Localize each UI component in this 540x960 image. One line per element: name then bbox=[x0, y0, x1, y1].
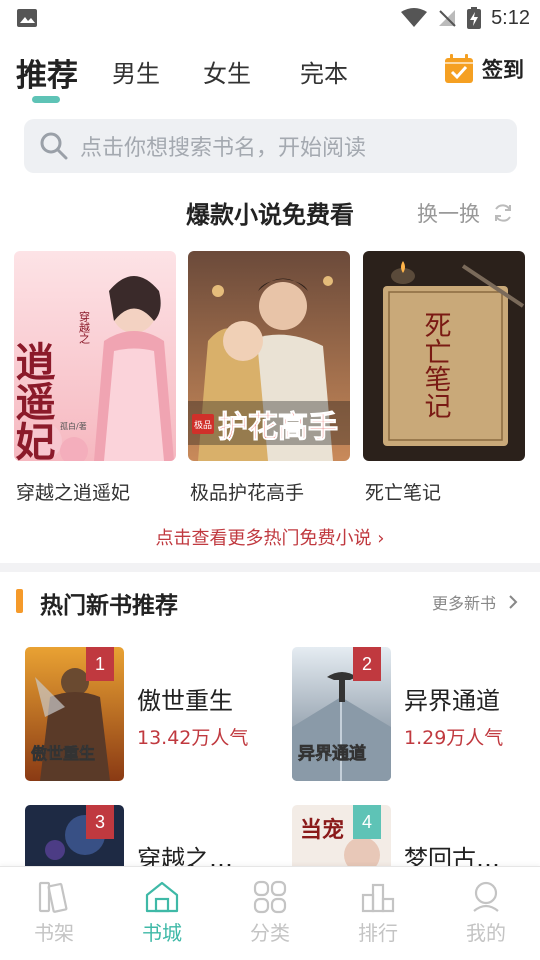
image-notification-icon bbox=[17, 9, 37, 27]
book-title-1[interactable]: 穿越之逍遥妃 bbox=[16, 478, 130, 505]
search-placeholder: 点击你想搜索书名，开始阅读 bbox=[80, 136, 367, 161]
tab-male[interactable]: 男生 bbox=[112, 54, 160, 89]
new-book-name-3: 穿越之… bbox=[137, 845, 233, 866]
new-book-item-3[interactable]: 3 穿越之… bbox=[25, 805, 275, 866]
calendar-check-icon bbox=[445, 54, 473, 83]
more-new-books-label: 更多新书 bbox=[431, 594, 496, 613]
checkin-label: 签到 bbox=[482, 58, 524, 82]
new-book-item-1[interactable]: 傲世重生 1 傲世重生 13.42万人气 bbox=[25, 647, 275, 787]
new-book-popularity-2: 1.29万人气 bbox=[404, 727, 504, 749]
wifi-icon bbox=[401, 8, 428, 27]
nav-category-label: 分类 bbox=[250, 921, 290, 945]
tab-completed[interactable]: 完本 bbox=[300, 54, 348, 89]
nav-bookstore[interactable]: 书城 bbox=[122, 879, 202, 946]
active-tab-indicator bbox=[32, 96, 60, 103]
tab-recommend[interactable]: 推荐 bbox=[16, 50, 78, 95]
cover-subtitle-text: 穿越之 bbox=[78, 310, 91, 344]
status-bar: 5:12 bbox=[0, 0, 540, 36]
nav-profile-label: 我的 bbox=[466, 921, 506, 945]
checkin-button[interactable]: 签到 bbox=[444, 54, 524, 84]
search-icon bbox=[40, 132, 68, 160]
nav-ranking-label: 排行 bbox=[358, 921, 398, 945]
rank-badge: 2 bbox=[353, 647, 381, 681]
section-accent-bar bbox=[16, 589, 23, 613]
cover-title-text: 傲世重生 bbox=[31, 744, 95, 763]
rank-badge: 1 bbox=[86, 647, 114, 681]
category-icon bbox=[253, 880, 287, 914]
refresh-icon bbox=[495, 204, 511, 222]
book-cover-3[interactable]: 死亡笔记 bbox=[363, 251, 525, 461]
bookshelf-icon bbox=[38, 881, 68, 913]
chevron-right-icon: › bbox=[377, 528, 385, 549]
refresh-button[interactable]: 换一换 bbox=[417, 198, 514, 228]
cover-title-text: 逍遥妃 bbox=[14, 341, 56, 461]
nav-bookshelf-label: 书架 bbox=[34, 921, 74, 945]
rank-badge: 3 bbox=[86, 805, 114, 839]
more-free-novels-label: 点击查看更多热门免费小说 bbox=[155, 528, 372, 549]
book-title-3[interactable]: 死亡笔记 bbox=[365, 478, 441, 505]
new-books-title: 热门新书推荐 bbox=[40, 593, 178, 619]
book-title-2[interactable]: 极品护花高手 bbox=[190, 478, 304, 505]
nav-profile[interactable]: 我的 bbox=[446, 879, 526, 946]
nav-ranking[interactable]: 排行 bbox=[338, 879, 418, 946]
nav-bookshelf[interactable]: 书架 bbox=[14, 879, 94, 946]
nav-category[interactable]: 分类 bbox=[230, 879, 310, 946]
clock: 5:12 bbox=[491, 6, 530, 29]
battery-charging-icon bbox=[467, 7, 482, 29]
profile-icon bbox=[473, 881, 499, 912]
new-book-name-2: 异界通道 bbox=[404, 687, 500, 715]
book-cover-1[interactable]: 逍遥妃 穿越之 孤白/著 bbox=[14, 251, 176, 461]
rank-badge: 4 bbox=[353, 805, 381, 839]
new-book-name-4: 梦回古… bbox=[404, 845, 500, 866]
no-signal-icon bbox=[439, 10, 456, 27]
bottom-navigation: 书架 书城 分类 排行 我的 bbox=[0, 866, 540, 960]
tab-female[interactable]: 女生 bbox=[203, 54, 251, 89]
new-book-item-2[interactable]: 异界通道 2 异界通道 1.29万人气 bbox=[292, 647, 532, 787]
cover-subtitle-text: 极品 bbox=[194, 419, 212, 431]
section-divider bbox=[0, 563, 540, 572]
chevron-right-icon bbox=[509, 595, 518, 609]
book-cover-2[interactable]: 极品 护花高手 bbox=[188, 251, 350, 461]
more-new-books-button[interactable]: 更多新书 bbox=[432, 590, 518, 614]
new-book-name-1: 傲世重生 bbox=[137, 687, 233, 715]
cover-title-text: 护花高手 bbox=[218, 410, 338, 445]
new-book-item-4[interactable]: 当宠 4 梦回古… bbox=[292, 805, 532, 866]
refresh-label: 换一换 bbox=[417, 202, 480, 226]
new-book-popularity-1: 13.42万人气 bbox=[137, 727, 249, 749]
cover-author-text: 孤白/著 bbox=[60, 421, 87, 431]
nav-bookstore-label: 书城 bbox=[142, 921, 182, 945]
ranking-icon bbox=[361, 883, 395, 913]
bookstore-icon bbox=[145, 881, 179, 913]
more-free-novels-link[interactable]: 点击查看更多热门免费小说 › bbox=[0, 524, 540, 550]
search-input[interactable]: 点击你想搜索书名，开始阅读 bbox=[24, 119, 517, 173]
cover-title-text: 死亡笔记 bbox=[420, 311, 452, 419]
top-tabs: 推荐 男生 女生 完本 签到 bbox=[0, 44, 540, 104]
cover-title-text: 当宠 bbox=[300, 817, 344, 843]
cover-title-text: 异界通道 bbox=[298, 743, 366, 764]
